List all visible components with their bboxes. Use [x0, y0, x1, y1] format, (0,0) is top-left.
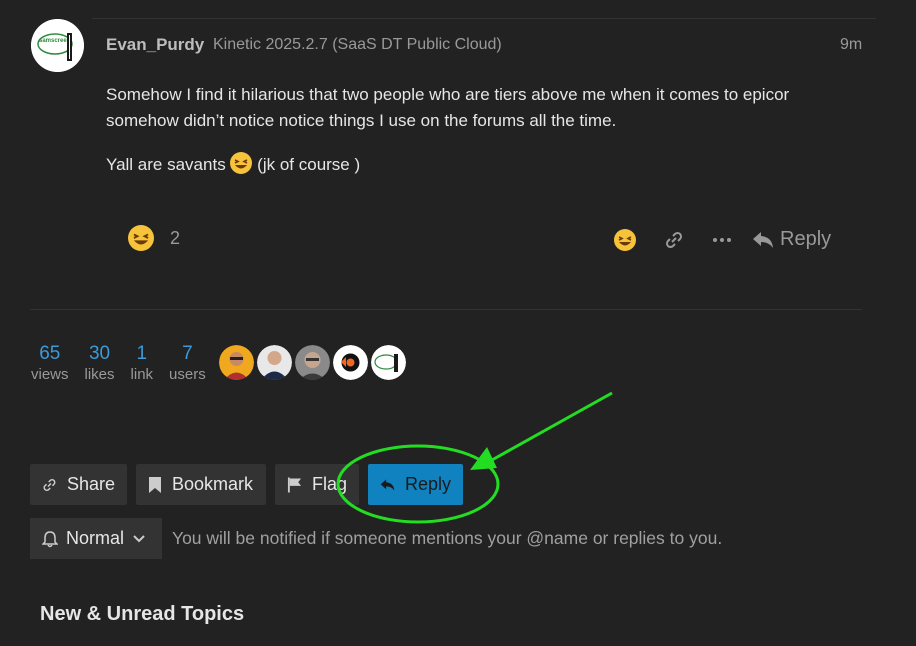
- stat-links[interactable]: 1 link: [131, 343, 154, 385]
- post-paragraph-2: Yall are savants (jk of course ): [106, 152, 846, 178]
- bookmark-button[interactable]: Bookmark: [136, 464, 266, 505]
- post-paragraph-2-text: Yall are savants: [106, 155, 226, 174]
- annotation-arrow-line: [491, 391, 613, 462]
- post-reply-label: Reply: [780, 228, 832, 250]
- reply-icon: [380, 479, 395, 490]
- link-icon: [665, 231, 683, 248]
- notification-description: You will be notified if someone mentions…: [172, 528, 723, 548]
- stat-likes-number: 30: [88, 343, 111, 364]
- share-button[interactable]: Share: [30, 464, 127, 505]
- participant-avatar[interactable]: [333, 345, 368, 380]
- post-body: Somehow I find it hilarious that two peo…: [106, 82, 846, 178]
- bookmark-icon: [149, 476, 161, 493]
- post-user-title: Kinetic 2025.2.7 (SaaS DT Public Cloud): [213, 36, 502, 53]
- ellipsis-icon: [713, 237, 731, 242]
- flag-button[interactable]: Flag: [275, 464, 359, 505]
- stat-likes[interactable]: 30 likes: [85, 343, 115, 385]
- participant-avatar[interactable]: [219, 345, 254, 380]
- topic-reply-button[interactable]: Reply: [368, 464, 463, 505]
- bell-icon: [42, 530, 58, 547]
- reply-icon: [753, 231, 773, 248]
- svg-text:samscreen: samscreen: [39, 38, 71, 44]
- new-unread-topics-heading: New & Unread Topics: [40, 603, 245, 625]
- participant-avatars: [219, 345, 406, 380]
- laughing-emoji-icon: [128, 225, 154, 251]
- post-reply-button[interactable]: Reply: [752, 228, 831, 251]
- laughing-emoji-icon: [614, 228, 636, 251]
- stat-views-number: 65: [39, 343, 61, 364]
- bookmark-label: Bookmark: [172, 474, 254, 494]
- stat-links-label: link: [130, 366, 154, 383]
- stat-users-number: 7: [182, 343, 193, 364]
- post-paragraph-2-suffix: (jk of course ): [257, 155, 361, 174]
- flag-label: Flag: [311, 474, 347, 494]
- reaction-summary[interactable]: 2: [128, 225, 180, 251]
- author-avatar[interactable]: samscreen: [31, 19, 84, 72]
- post-actions: Reply: [612, 228, 831, 251]
- copy-link-button[interactable]: [662, 230, 686, 250]
- stat-views[interactable]: 65 views: [31, 343, 69, 385]
- stat-users[interactable]: 7 users: [169, 343, 206, 385]
- more-actions-button[interactable]: [710, 237, 734, 243]
- top-divider: [92, 18, 876, 19]
- flag-icon: [287, 477, 302, 492]
- stat-likes-label: likes: [84, 366, 115, 383]
- link-icon: [43, 478, 56, 491]
- reaction-count: 2: [170, 227, 181, 248]
- chevron-down-icon: [133, 534, 145, 542]
- post-timestamp[interactable]: 9m: [840, 36, 862, 54]
- post-username[interactable]: Evan_Purdy: [106, 35, 204, 55]
- notification-level-dropdown[interactable]: Normal: [30, 518, 162, 559]
- stat-views-label: views: [31, 366, 69, 383]
- stat-links-number: 1: [136, 343, 148, 364]
- annotation-arrow-head: [470, 447, 497, 470]
- participant-avatar[interactable]: [257, 345, 292, 380]
- topic-reply-label: Reply: [404, 474, 451, 494]
- post-paragraph-1: Somehow I find it hilarious that two peo…: [106, 85, 790, 130]
- react-button[interactable]: [612, 228, 638, 251]
- stat-users-label: users: [169, 366, 206, 383]
- topic-stats: 65 views 30 likes 1 link 7 users: [31, 343, 206, 385]
- post-divider: [30, 309, 862, 310]
- laughing-emoji-icon: [230, 152, 253, 174]
- participant-avatar[interactable]: [371, 345, 406, 380]
- share-label: Share: [66, 474, 115, 494]
- notification-level-label: Normal: [66, 528, 125, 548]
- participant-avatar[interactable]: [295, 345, 330, 380]
